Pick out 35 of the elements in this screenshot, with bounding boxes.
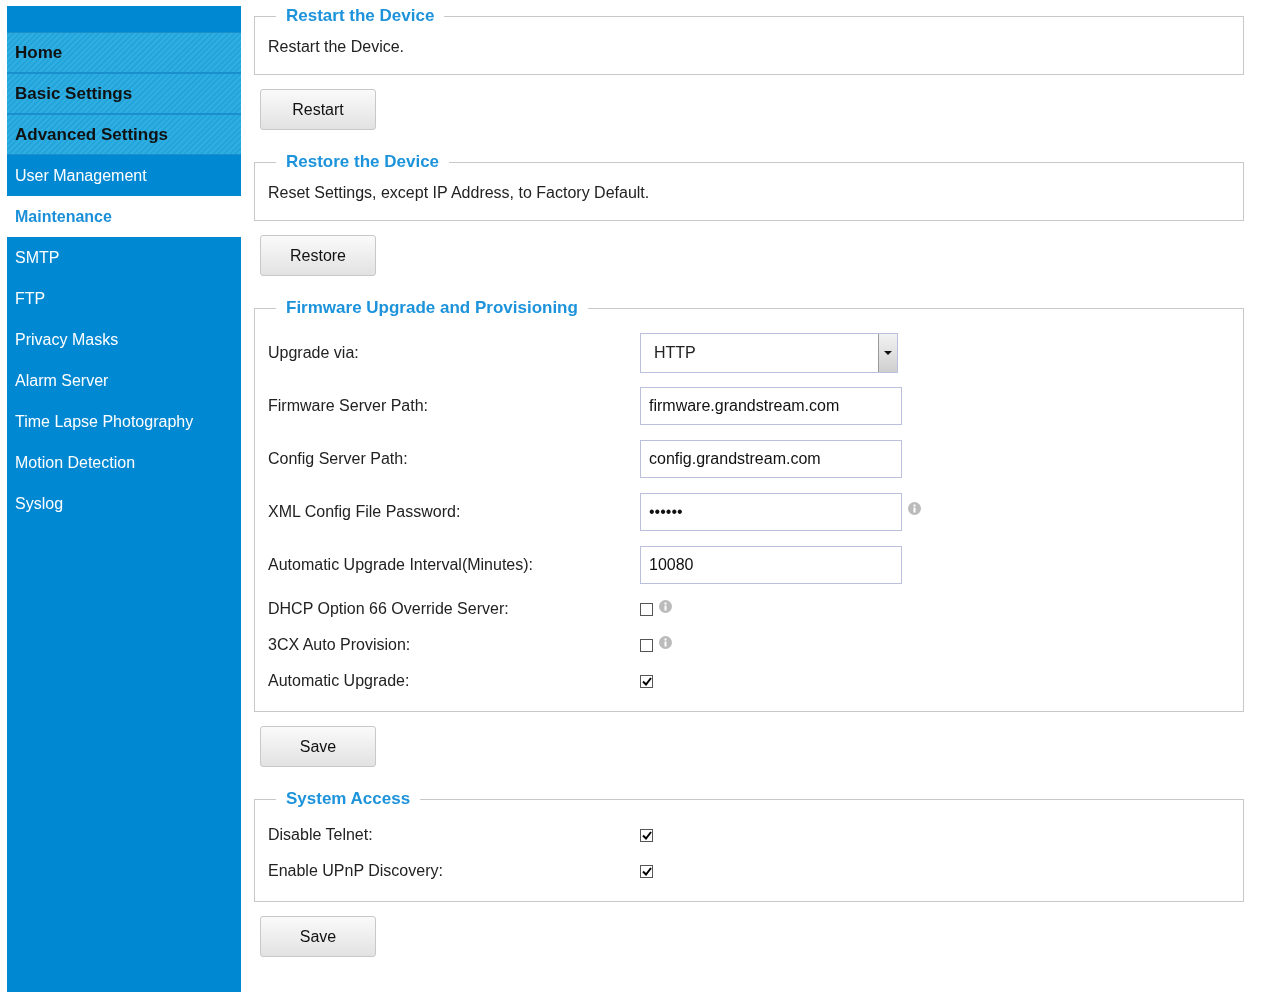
section-text: Restart the Device. <box>268 37 406 57</box>
field-label: Disable Telnet: <box>268 826 374 844</box>
field-label: Automatic Upgrade Interval(Minutes): <box>268 555 534 574</box>
field-label: 3CX Auto Provision: <box>268 636 412 654</box>
checkbox[interactable] <box>640 864 653 878</box>
upgrade-dropdown[interactable]: HTTP <box>640 332 898 373</box>
section-title: Restore the Device <box>285 152 441 172</box>
checkbox[interactable] <box>640 638 653 652</box>
field-label: Automatic Upgrade: <box>268 672 411 690</box>
input-field[interactable]: •••••• <box>640 492 902 531</box>
field-label: DHCP Option 66 Override Server: <box>268 600 510 618</box>
section-text: Reset Settings, except IP Address, to Factory Default. <box>268 183 651 203</box>
checkbox[interactable] <box>640 674 653 688</box>
action-button[interactable]: Restore <box>260 235 376 276</box>
field-label: XML Config File Password: <box>268 502 462 521</box>
checkbox[interactable] <box>640 602 653 616</box>
input-field[interactable]: config.grandstream.com <box>640 439 902 478</box>
field-label: Enable UPnP Discovery: <box>268 862 444 880</box>
field-label: Firmware Server Path: <box>268 396 430 415</box>
input-field[interactable]: 10080 <box>640 545 902 584</box>
action-button[interactable]: Save <box>260 916 376 957</box>
sidebar-item[interactable]: Home <box>7 32 241 73</box>
field-label: Config Server Path: <box>268 449 409 468</box>
sidebar-item[interactable]: Basic Settings <box>7 73 241 114</box>
input-field[interactable]: firmware.grandstream.com <box>640 386 902 425</box>
field-label: Upgrade via: <box>268 343 360 362</box>
action-button[interactable]: Restart <box>260 89 376 130</box>
sidebar-item[interactable]: Maintenance <box>7 196 241 237</box>
caret-icon <box>884 350 892 355</box>
checkbox[interactable] <box>640 828 653 842</box>
section-title: System Access <box>285 789 412 809</box>
section-title: Firmware Upgrade and Provisioning <box>285 298 579 318</box>
sidebar-item[interactable]: Advanced Settings <box>7 114 241 155</box>
section-title: Restart the Device <box>285 6 436 26</box>
action-button[interactable]: Save <box>260 726 376 767</box>
